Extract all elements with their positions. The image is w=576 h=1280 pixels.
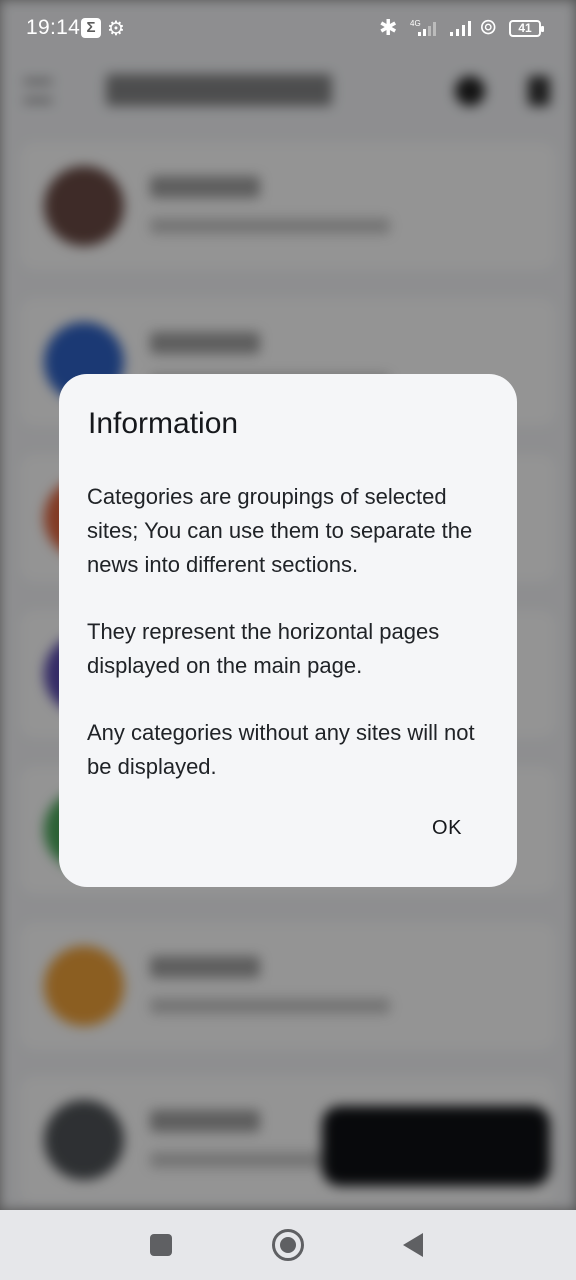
network-type-label: 4G: [410, 19, 421, 28]
signal-4g-icon: 4G: [410, 19, 436, 36]
dialog-body: Categories are groupings of selected sit…: [87, 480, 497, 817]
link-icon: ⊚: [479, 14, 498, 39]
dialog-paragraph: They represent the horizontal pages disp…: [87, 619, 440, 678]
ok-button[interactable]: OK: [417, 810, 477, 846]
gear-icon: ⚙: [107, 18, 125, 40]
dialog-title: Information: [88, 407, 239, 440]
status-time: 19:14: [26, 16, 81, 39]
back-button[interactable]: [403, 1233, 423, 1257]
dialog-paragraph: Categories are groupings of selected sit…: [87, 484, 473, 577]
system-navigation-bar: [0, 1210, 576, 1280]
dialog-paragraph: Any categories without any sites will no…: [87, 720, 475, 779]
information-dialog: Information Categories are groupings of …: [59, 374, 517, 887]
home-button[interactable]: [272, 1229, 304, 1261]
bluetooth-icon: ✱: [379, 15, 398, 40]
sigma-app-icon: Σ: [81, 18, 101, 38]
battery-icon: 41: [509, 20, 544, 37]
status-bar: 19:14 Σ ⚙ ✱ 4G ⊚ 41: [0, 0, 576, 58]
signal-icon: [450, 21, 471, 36]
recent-apps-button[interactable]: [150, 1234, 172, 1256]
